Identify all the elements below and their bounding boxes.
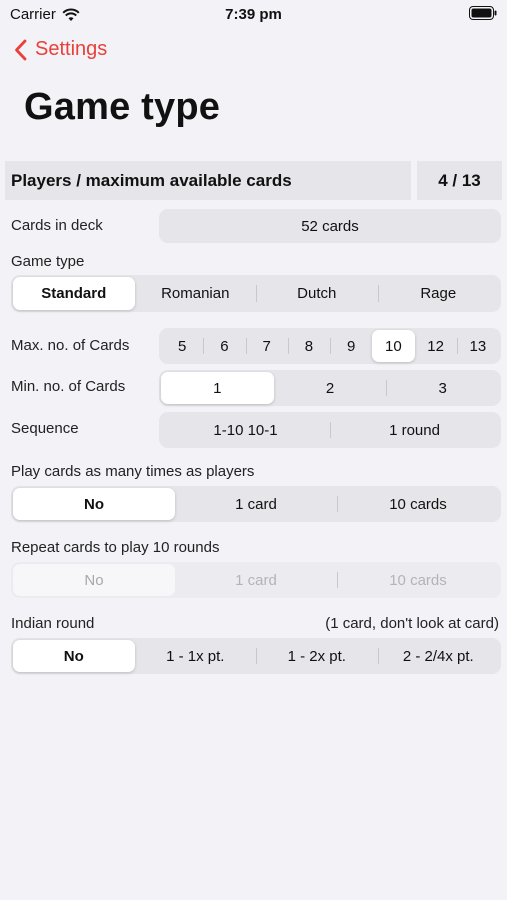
indian-round-segmented[interactable]: No 1 - 1x pt. 1 - 2x pt. 2 - 2/4x pt. [11,638,501,674]
play-as-players-label: Play cards as many times as players [11,463,255,480]
max-cards-option-8[interactable]: 8 [287,330,330,362]
max-cards-option-12[interactable]: 12 [415,330,457,362]
repeat-cards-option-10-cards: 10 cards [337,564,499,596]
repeat-cards-option-no: No [13,564,175,596]
deck-value: 52 cards [159,209,501,243]
indian-round-option-no[interactable]: No [13,640,135,672]
back-label: Settings [35,38,108,60]
max-cards-option-5[interactable]: 5 [161,330,203,362]
indian-round-note: (1 card, don't look at card) [325,615,499,632]
sequence-label: Sequence [11,420,79,437]
play-as-players-segmented[interactable]: No 1 card 10 cards [11,486,501,522]
min-cards-option-3[interactable]: 3 [386,372,499,404]
play-as-players-option-1-card[interactable]: 1 card [175,488,337,520]
deck-value-text: 52 cards [301,217,359,235]
game-type-label: Game type [11,253,85,270]
max-cards-option-9[interactable]: 9 [330,330,372,362]
chevron-left-icon [15,39,27,60]
game-type-segmented[interactable]: Standard Romanian Dutch Rage [11,275,501,312]
game-type-option-dutch[interactable]: Dutch [256,277,378,310]
sequence-segmented[interactable]: 1-10 10-1 1 round [159,412,501,448]
status-bar: Carrier 7:39 pm [0,0,507,30]
repeat-cards-segmented: No 1 card 10 cards [11,562,501,598]
status-time: 7:39 pm [225,6,282,23]
min-cards-option-2[interactable]: 2 [274,372,387,404]
players-count-value: 4 / 13 [438,170,481,190]
min-cards-label: Min. no. of Cards [11,378,126,395]
game-type-option-romanian[interactable]: Romanian [135,277,257,310]
play-as-players-option-10-cards[interactable]: 10 cards [337,488,499,520]
players-header: Players / maximum available cards [5,161,411,200]
sequence-option-1-round[interactable]: 1 round [330,414,499,446]
min-cards-option-1[interactable]: 1 [161,372,274,404]
game-type-option-standard[interactable]: Standard [13,277,135,310]
indian-round-option-1-2x[interactable]: 1 - 2x pt. [256,640,378,672]
max-cards-option-13[interactable]: 13 [456,330,499,362]
players-header-label: Players / maximum available cards [11,170,292,190]
game-type-option-rage[interactable]: Rage [377,277,500,310]
repeat-cards-label: Repeat cards to play 10 rounds [11,539,220,556]
play-as-players-option-no[interactable]: No [13,488,175,520]
indian-round-option-1-1x[interactable]: 1 - 1x pt. [135,640,257,672]
max-cards-option-10[interactable]: 10 [372,330,415,362]
min-cards-segmented[interactable]: 1 2 3 [159,370,501,406]
indian-round-label: Indian round [11,615,95,632]
sequence-option-1-10-10-1[interactable]: 1-10 10-1 [161,414,330,446]
max-cards-option-6[interactable]: 6 [203,330,245,362]
deck-label: Cards in deck [11,217,103,234]
players-count-box: 4 / 13 [417,161,502,200]
indian-round-option-2-2-4x[interactable]: 2 - 2/4x pt. [377,640,500,672]
page-title: Game type [24,86,221,128]
max-cards-label: Max. no. of Cards [11,337,130,354]
max-cards-segmented[interactable]: 5 6 7 8 9 10 12 13 [159,328,501,364]
back-button[interactable]: Settings [14,38,107,61]
max-cards-option-7[interactable]: 7 [245,330,288,362]
battery-icon [469,6,497,20]
repeat-cards-option-1-card: 1 card [235,571,277,589]
